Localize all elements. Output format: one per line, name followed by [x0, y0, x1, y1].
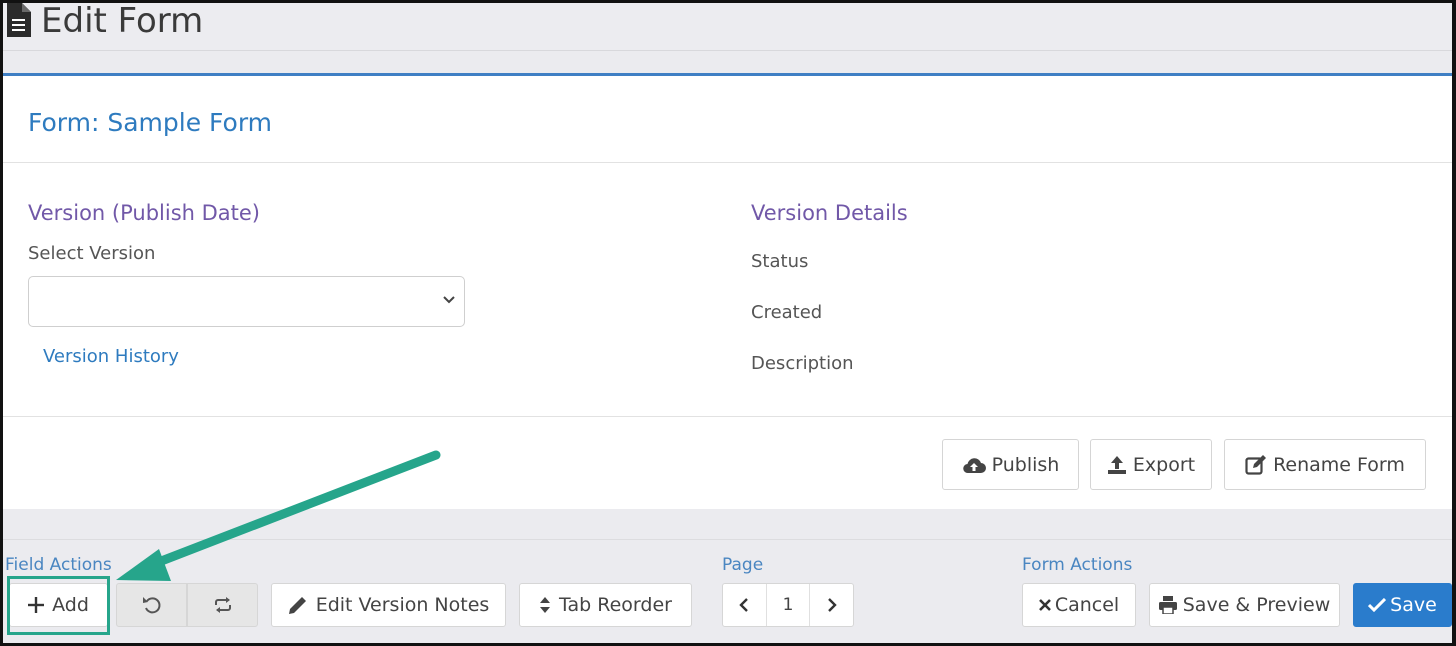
created-label: Created [751, 302, 823, 323]
export-button[interactable]: Export [1090, 439, 1212, 490]
rename-form-button[interactable]: Rename Form [1224, 439, 1426, 490]
edit-version-notes-label: Edit Version Notes [315, 594, 490, 616]
publish-label: Publish [991, 453, 1060, 476]
next-page-button[interactable] [809, 584, 853, 626]
sort-icon [540, 597, 551, 613]
print-icon [1158, 596, 1177, 614]
app-window: Edit Form Form: Sample Form Version (Pub… [0, 0, 1456, 646]
field-actions-label: Field Actions [5, 555, 112, 575]
check-icon [1368, 598, 1387, 612]
undo-button[interactable] [116, 583, 187, 627]
pencil-icon [288, 597, 306, 614]
version-history-link[interactable]: Version History [43, 346, 179, 367]
status-label: Status [751, 251, 809, 272]
tab-reorder-label: Tab Reorder [559, 594, 672, 616]
page-pager: 1 [722, 583, 854, 627]
document-icon [7, 3, 31, 37]
tab-reorder-button[interactable]: Tab Reorder [519, 583, 692, 627]
edit-version-notes-button[interactable]: Edit Version Notes [271, 583, 506, 627]
add-label: Add [52, 594, 89, 616]
plus-icon [28, 597, 45, 613]
redo-button[interactable] [187, 583, 258, 627]
form-actions-label: Form Actions [1022, 555, 1133, 575]
previous-page-button[interactable] [723, 584, 766, 626]
save-button[interactable]: Save [1353, 583, 1452, 627]
cloud-upload-icon [962, 457, 986, 473]
divider [3, 162, 1452, 163]
form-card: Form: Sample Form Version (Publish Date)… [3, 73, 1452, 509]
redo-icon [214, 597, 231, 613]
cancel-button[interactable]: Cancel [1022, 583, 1136, 627]
page-label: Page [722, 555, 764, 575]
description-label: Description [751, 353, 854, 374]
divider [3, 416, 1452, 417]
chevron-down-icon [443, 296, 455, 304]
page-number: 1 [765, 584, 810, 626]
chevron-right-icon [827, 598, 837, 612]
save-preview-label: Save & Preview [1182, 594, 1331, 616]
page-title: Edit Form [41, 1, 204, 41]
upload-icon [1107, 455, 1126, 474]
publish-button[interactable]: Publish [942, 439, 1079, 490]
export-label: Export [1132, 453, 1196, 476]
version-section-title: Version (Publish Date) [28, 201, 261, 225]
form-title: Form: Sample Form [28, 108, 273, 137]
bottom-toolbar: Field Actions Add Edit Version Notes Tab… [3, 539, 1452, 643]
chevron-left-icon [739, 598, 749, 612]
cancel-label: Cancel [1054, 594, 1120, 616]
save-preview-button[interactable]: Save & Preview [1149, 583, 1340, 627]
undo-icon [142, 597, 160, 614]
rename-form-label: Rename Form [1273, 453, 1405, 476]
page-header: Edit Form [3, 3, 1452, 51]
add-field-button[interactable]: Add [9, 583, 108, 627]
select-version-label: Select Version [28, 243, 156, 264]
version-details-title: Version Details [751, 201, 908, 225]
save-label: Save [1390, 594, 1437, 616]
close-icon [1038, 599, 1051, 611]
edit-icon [1245, 454, 1267, 475]
version-select[interactable] [28, 276, 465, 327]
